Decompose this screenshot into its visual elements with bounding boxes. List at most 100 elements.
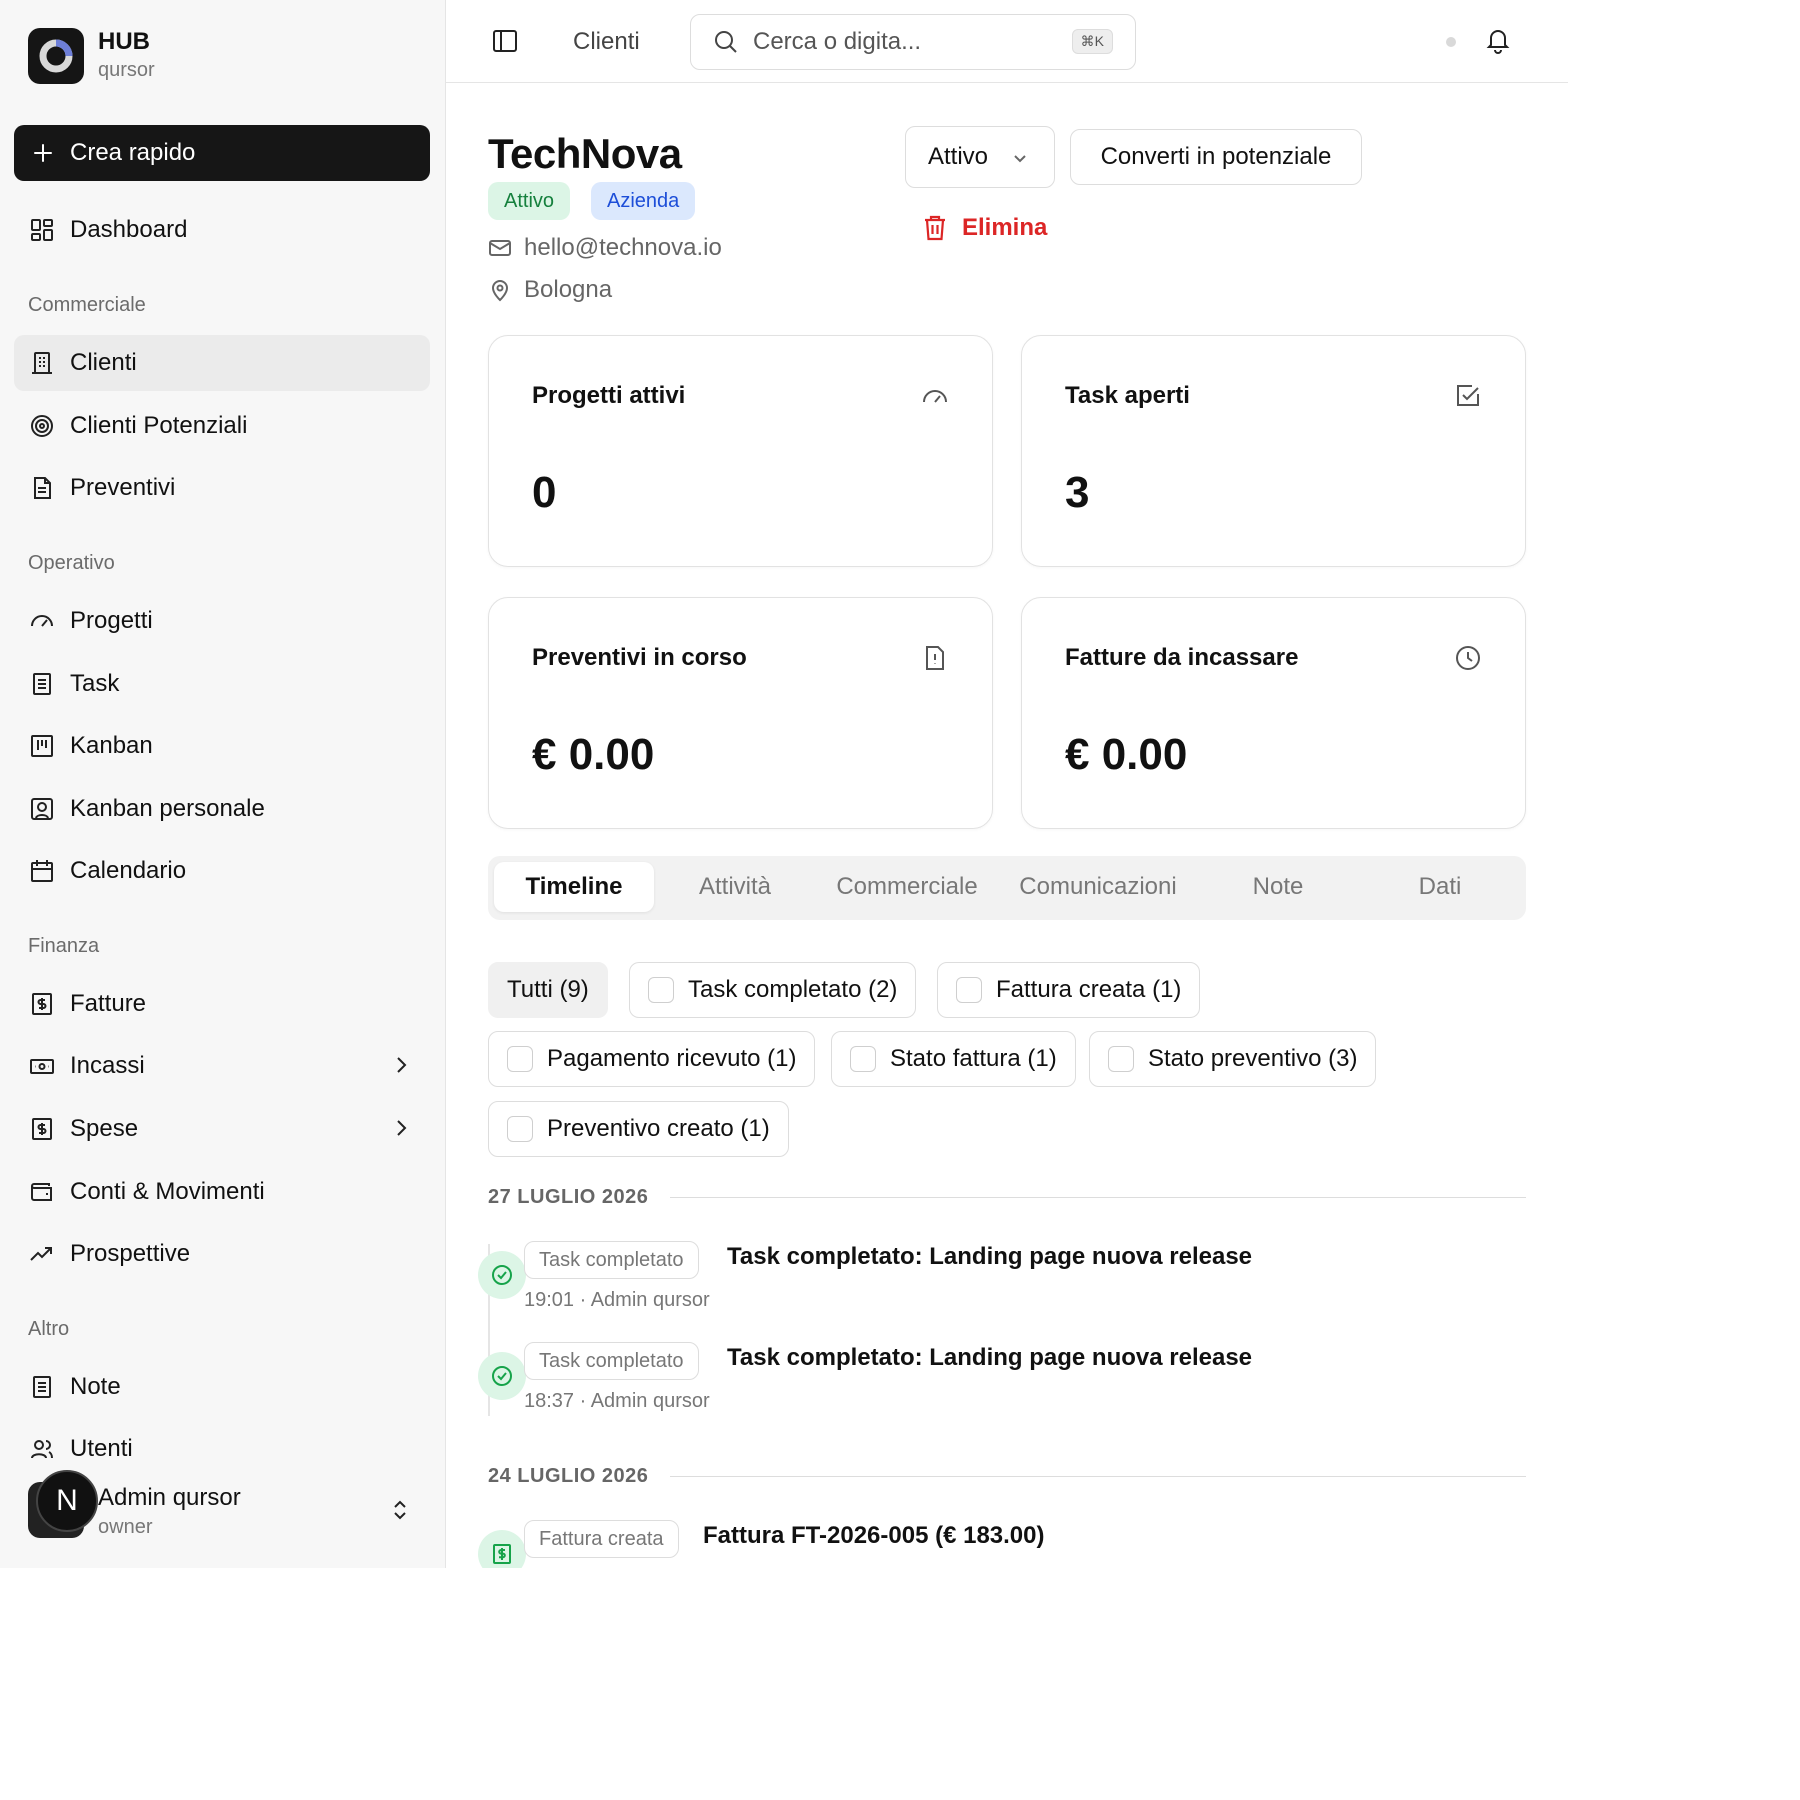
stat-value: 0 xyxy=(532,468,557,517)
stat-title: Fatture da incassare xyxy=(1065,644,1299,671)
quick-create-label: Crea rapido xyxy=(70,139,196,166)
filter-label: Task completato (2) xyxy=(688,976,898,1003)
filter-stato-preventivo[interactable]: Stato preventivo (3) xyxy=(1089,1031,1377,1087)
circle-check-icon xyxy=(478,1352,526,1400)
sidebar-item-clienti-potenziali[interactable]: Clienti Potenziali xyxy=(14,398,430,454)
timeline-date: 24 LUGLIO 2026 xyxy=(488,1465,649,1487)
timeline-date: 27 LUGLIO 2026 xyxy=(488,1186,649,1208)
status-select[interactable]: Attivo xyxy=(905,126,1055,188)
sidebar-item-clienti[interactable]: Clienti xyxy=(14,335,430,391)
sidebar-item-calendario[interactable]: Calendario xyxy=(14,843,430,899)
timeline-event[interactable]: Fattura creata Fattura FT-2026-005 (€ 18… xyxy=(478,1520,1518,1568)
timeline-date-header: 24 LUGLIO 2026 xyxy=(488,1465,1526,1488)
sidebar-item-task[interactable]: Task xyxy=(14,656,430,712)
tab-timeline[interactable]: Timeline xyxy=(494,862,654,912)
filter-stato-fattura[interactable]: Stato fattura (1) xyxy=(831,1031,1076,1087)
sidebar-item-label: Spese xyxy=(70,1115,139,1142)
notepad-icon xyxy=(28,670,56,698)
sidebar-item-label: Clienti xyxy=(70,349,137,376)
sidebar-item-prospettive[interactable]: Prospettive xyxy=(14,1226,430,1282)
filter-fattura-creata[interactable]: Fattura creata (1) xyxy=(937,962,1201,1018)
timeline-event[interactable]: Task completato Task completato: Landing… xyxy=(478,1241,1518,1321)
brand[interactable]: HUB qursor xyxy=(28,28,155,84)
filter-label: Tutti (9) xyxy=(507,976,589,1003)
sidebar-item-kanban-personale[interactable]: Kanban personale xyxy=(14,781,430,837)
filter-task-completato[interactable]: Task completato (2) xyxy=(629,962,917,1018)
timeline-event[interactable]: Task completato Task completato: Landing… xyxy=(478,1342,1518,1422)
notepad-icon xyxy=(28,1373,56,1401)
section-label-operativo: Operativo xyxy=(28,552,115,574)
divider xyxy=(670,1476,1526,1477)
sidebar-item-label: Progetti xyxy=(70,607,153,634)
client-city: Bologna xyxy=(488,276,612,304)
divider xyxy=(670,1197,1526,1198)
bell-icon[interactable] xyxy=(1484,26,1512,54)
filter-pagamento-ricevuto[interactable]: Pagamento ricevuto (1) xyxy=(488,1031,816,1087)
sidebar-item-label: Conti & Movimenti xyxy=(70,1178,265,1205)
search-input[interactable]: Cerca o digita... ⌘K xyxy=(690,14,1136,70)
sidebar-item-label: Calendario xyxy=(70,857,187,884)
quick-create-button[interactable]: Crea rapido xyxy=(14,125,430,181)
dashboard-icon xyxy=(28,216,56,244)
sidebar-item-progetti[interactable]: Progetti xyxy=(14,593,430,649)
event-title: Fattura FT-2026-005 (€ 183.00) xyxy=(703,1522,1045,1549)
receipt-dollar-icon xyxy=(28,1115,56,1143)
sidebar-item-spese[interactable]: Spese xyxy=(14,1101,430,1157)
chevrons-up-down-icon[interactable] xyxy=(388,1498,412,1522)
tab-dati[interactable]: Dati xyxy=(1360,862,1520,912)
sidebar-item-fatture[interactable]: Fatture xyxy=(14,976,430,1032)
tab-comunicazioni[interactable]: Comunicazioni xyxy=(1008,862,1188,912)
convert-to-lead-button[interactable]: Converti in potenziale xyxy=(1070,129,1362,185)
sidebar-item-utenti[interactable]: Utenti xyxy=(14,1421,430,1477)
user-name: Admin qursor xyxy=(98,1484,241,1511)
checkbox[interactable] xyxy=(507,1046,533,1072)
delete-button[interactable]: Elimina xyxy=(922,214,1047,242)
sidebar-item-label: Task xyxy=(70,670,120,697)
receipt-dollar-icon xyxy=(28,990,56,1018)
checkbox[interactable] xyxy=(1108,1046,1134,1072)
sidebar-item-note[interactable]: Note xyxy=(14,1359,430,1415)
stat-title: Progetti attivi xyxy=(532,382,686,409)
event-title: Task completato: Landing page nuova rele… xyxy=(727,1243,1253,1270)
building-icon xyxy=(28,349,56,377)
sidebar-item-kanban[interactable]: Kanban xyxy=(14,718,430,774)
client-email[interactable]: hello@technova.io xyxy=(488,234,722,262)
framework-badge: N xyxy=(36,1470,98,1532)
section-label-finanza: Finanza xyxy=(28,935,100,957)
filter-all[interactable]: Tutti (9) xyxy=(488,962,608,1018)
event-tag: Task completato xyxy=(524,1241,699,1279)
status-badge: Attivo xyxy=(488,182,571,220)
receipt-dollar-icon xyxy=(478,1530,526,1568)
event-meta: 18:37 · Admin qursor xyxy=(524,1390,710,1412)
stat-value: € 0.00 xyxy=(532,730,655,779)
sidebar-toggle-icon[interactable] xyxy=(492,28,518,54)
tab-commerciale[interactable]: Commerciale xyxy=(826,862,988,912)
client-email-value: hello@technova.io xyxy=(524,234,722,261)
sidebar-item-preventivi[interactable]: Preventivi xyxy=(14,460,430,516)
kanban-icon xyxy=(28,732,56,760)
tab-note[interactable]: Note xyxy=(1198,862,1358,912)
filter-label: Stato preventivo (3) xyxy=(1148,1045,1358,1072)
section-label-commerciale: Commerciale xyxy=(28,294,146,316)
stat-card-preventivi: Preventivi in corso € 0.00 xyxy=(488,597,993,829)
chevron-right-icon[interactable] xyxy=(388,1115,414,1141)
checkbox[interactable] xyxy=(956,977,982,1003)
client-detail: TechNova Attivo Azienda hello@technova.i… xyxy=(446,84,1568,1568)
filter-preventivo-creato[interactable]: Preventivo creato (1) xyxy=(488,1101,789,1157)
checkbox[interactable] xyxy=(507,1116,533,1142)
tabs: Timeline Attività Commerciale Comunicazi… xyxy=(488,856,1526,920)
breadcrumb[interactable]: Clienti xyxy=(573,28,640,56)
search-shortcut: ⌘K xyxy=(1071,29,1113,54)
sidebar-item-label: Kanban personale xyxy=(70,795,265,822)
tab-attivita[interactable]: Attività xyxy=(654,862,816,912)
checkbox[interactable] xyxy=(850,1046,876,1072)
sidebar-item-label: Note xyxy=(70,1373,121,1400)
sidebar-item-label: Kanban xyxy=(70,732,153,759)
user-menu[interactable]: AQ N Admin qursor owner xyxy=(28,1470,428,1550)
chevron-right-icon[interactable] xyxy=(388,1052,414,1078)
sidebar-item-conti[interactable]: Conti & Movimenti xyxy=(14,1164,430,1220)
sidebar-item-incassi[interactable]: Incassi xyxy=(14,1038,430,1094)
stat-value: € 0.00 xyxy=(1065,730,1188,779)
checkbox[interactable] xyxy=(648,977,674,1003)
sidebar-item-dashboard[interactable]: Dashboard xyxy=(14,202,430,258)
